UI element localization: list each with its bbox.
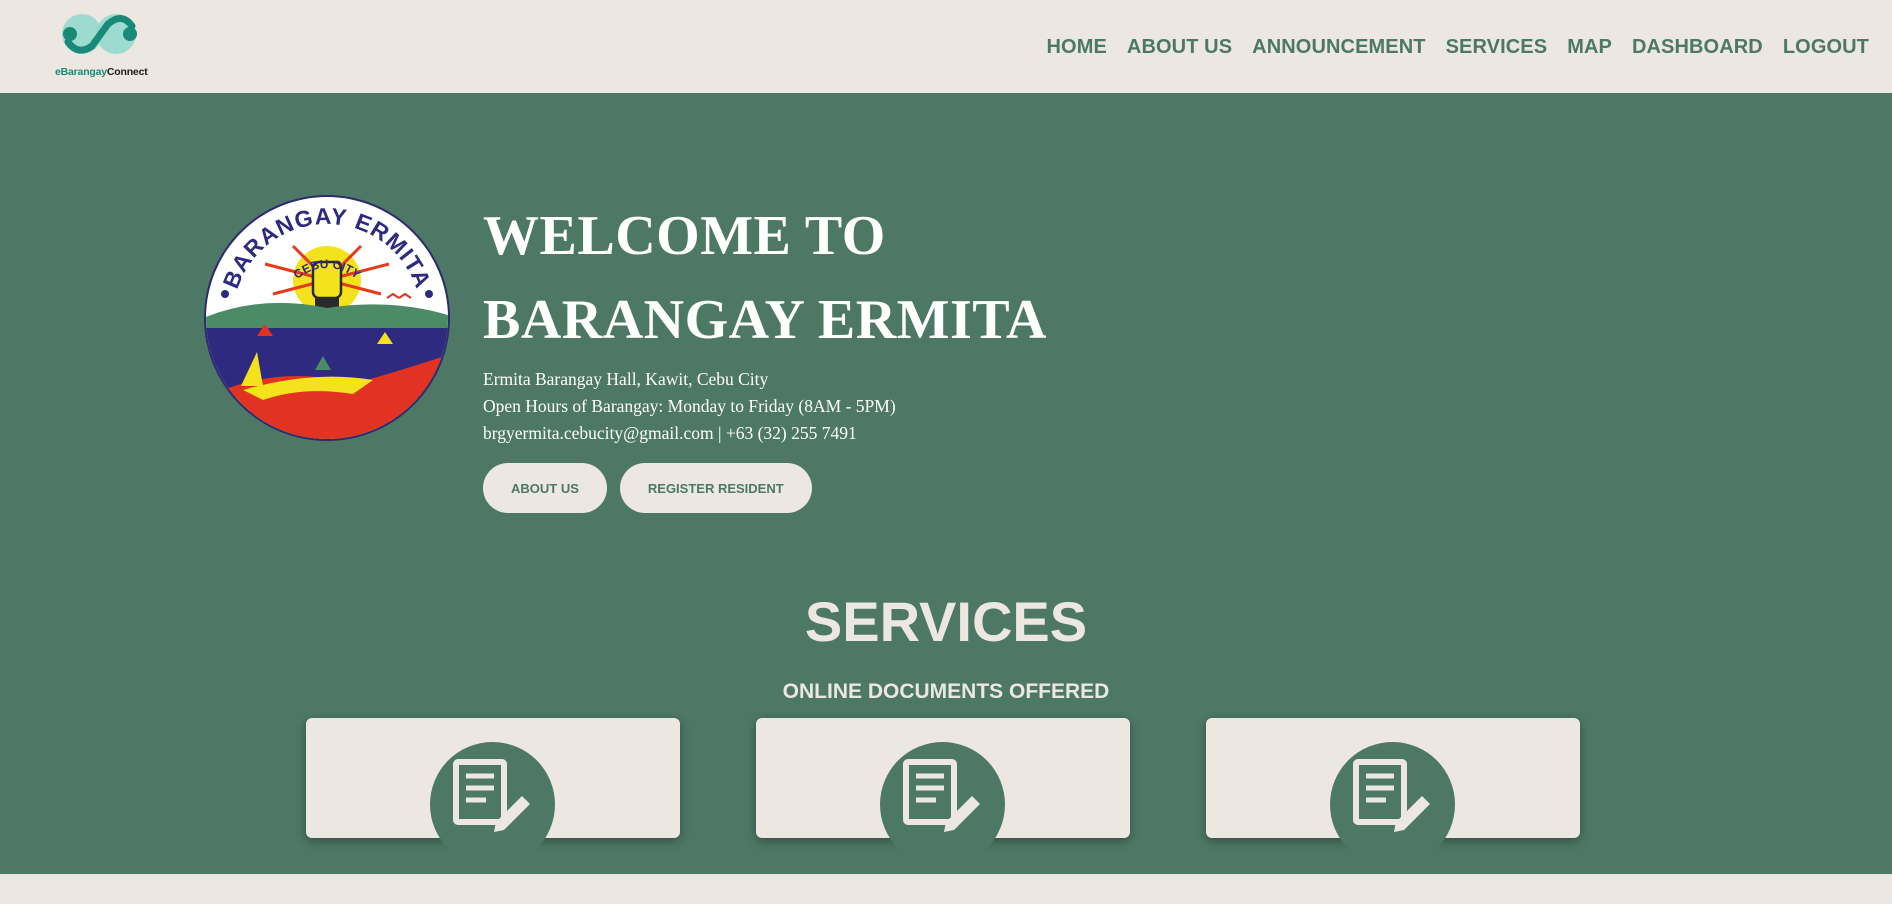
brand-logo[interactable]: eBarangayConnect (55, 12, 150, 80)
nav-about-us[interactable]: ABOUT US (1127, 36, 1232, 59)
services-subtitle: ONLINE DOCUMENTS OFFERED (782, 680, 1110, 703)
nav-services[interactable]: SERVICES (1446, 36, 1548, 59)
nav-dashboard[interactable]: DASHBOARD (1632, 36, 1763, 59)
service-card[interactable] (1206, 718, 1580, 867)
barangay-ermita-seal-icon: BARANGAY ERMITA CEBU CITY (204, 195, 450, 441)
hero-contact: brgyermita.cebucity@gmail.com | +63 (32)… (483, 423, 857, 443)
nav-map[interactable]: MAP (1567, 36, 1612, 59)
document-edit-icon (880, 742, 1005, 867)
nav-logout[interactable]: LOGOUT (1783, 36, 1869, 59)
top-navbar: eBarangayConnect HOME ABOUT US ANNOUNCEM… (0, 0, 1892, 93)
hero-title-line2: BARANGAY ERMITA (483, 289, 1047, 351)
service-card[interactable] (306, 718, 680, 867)
service-card[interactable] (756, 718, 1130, 867)
main-nav: HOME ABOUT US ANNOUNCEMENT SERVICES MAP … (1047, 36, 1869, 59)
hero-text-block: WELCOME TO BARANGAY ERMITA Ermita Barang… (483, 194, 1047, 513)
document-edit-icon (430, 742, 555, 867)
document-edit-icon (1330, 742, 1455, 867)
nav-home[interactable]: HOME (1047, 36, 1107, 59)
hero-address: Ermita Barangay Hall, Kawit, Cebu City (483, 369, 769, 389)
chain-link-logo-icon (62, 14, 137, 54)
nav-announcement[interactable]: ANNOUNCEMENT (1252, 36, 1425, 59)
brand-name-part2: Connect (106, 66, 148, 78)
hero-buttons: ABOUT US REGISTER RESIDENT (483, 463, 1047, 513)
brand-name: eBarangayConnect (55, 66, 148, 78)
services-title: SERVICES (804, 590, 1088, 653)
brand-name-part1: eBarangay (55, 66, 107, 78)
about-us-button[interactable]: ABOUT US (483, 463, 607, 513)
hero-hours: Open Hours of Barangay: Monday to Friday… (483, 396, 896, 416)
hero-title-line1: WELCOME TO (483, 205, 886, 267)
register-resident-button[interactable]: REGISTER RESIDENT (619, 463, 812, 513)
